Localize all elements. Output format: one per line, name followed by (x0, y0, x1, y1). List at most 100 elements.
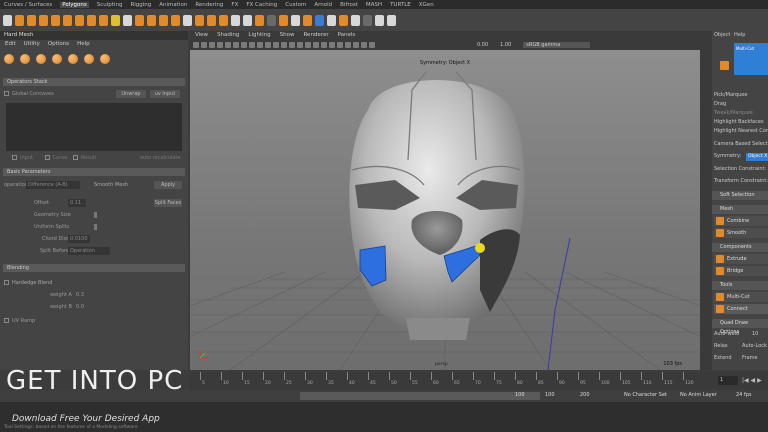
split-icon[interactable] (68, 54, 78, 64)
lock-icon[interactable] (201, 42, 207, 48)
menu-edit[interactable]: Edit (5, 40, 16, 49)
frame-check[interactable]: Frame (742, 355, 758, 361)
menu-options[interactable]: Options (48, 40, 69, 49)
field-chart-icon[interactable] (257, 42, 263, 48)
menu-utility[interactable]: Utility (24, 40, 40, 49)
anim-layer-dropdown[interactable]: No Anim Layer (680, 392, 717, 398)
lights-icon[interactable] (305, 42, 311, 48)
drag-option[interactable]: Drag (714, 100, 768, 109)
cube-icon[interactable] (27, 14, 36, 26)
tab-fx[interactable]: FX (231, 2, 238, 8)
connect-button[interactable]: Connect (714, 304, 768, 314)
ao-icon[interactable] (321, 42, 327, 48)
cylinder-icon[interactable] (39, 14, 48, 26)
current-frame-field[interactable]: 1 (718, 376, 738, 385)
svg-icon[interactable] (123, 14, 132, 26)
layout-icon[interactable] (351, 14, 360, 26)
tab-curves[interactable]: Curves / Surfaces (4, 2, 52, 8)
textured-icon[interactable] (297, 42, 303, 48)
tab-mash[interactable]: MASH (366, 2, 382, 8)
quad-draw-header[interactable]: Quad Draw Options (712, 319, 768, 335)
gate-mask-icon[interactable] (249, 42, 255, 48)
tab-xgen[interactable]: XGen (419, 2, 434, 8)
apply-button[interactable]: Apply (154, 181, 182, 189)
extrude-icon[interactable] (195, 14, 204, 26)
xray-icon[interactable] (353, 42, 359, 48)
weight-a-field[interactable]: 0.3 (76, 291, 84, 299)
input-checkbox[interactable] (12, 155, 17, 160)
aa-icon[interactable] (329, 42, 335, 48)
character-set-dropdown[interactable]: No Character Set (624, 392, 667, 398)
film-gate-icon[interactable] (233, 42, 239, 48)
resolution-gate-icon[interactable] (241, 42, 247, 48)
range-end-field[interactable]: 100 (515, 392, 525, 398)
card-icon[interactable] (387, 14, 396, 26)
playback-controls[interactable]: |◀ ◀ ▶ (742, 377, 762, 384)
uv-editor-icon[interactable] (315, 14, 324, 26)
extrude-button[interactable]: Extrude (714, 254, 768, 264)
torus-icon[interactable] (63, 14, 72, 26)
fill-hole-icon[interactable] (303, 14, 312, 26)
text-icon[interactable] (111, 14, 120, 26)
3d-viewport[interactable]: Symmetry: Object X persp 103 fps (190, 50, 700, 370)
max-end-field[interactable]: 200 (580, 392, 590, 398)
combine-button[interactable]: Combine (714, 216, 768, 226)
hard-blend-checkbox[interactable] (4, 280, 9, 285)
vp-menu-lighting[interactable]: Lighting (248, 31, 270, 40)
tab-help[interactable]: Help (734, 31, 745, 40)
panel-side-tabs[interactable] (700, 31, 712, 370)
grid-toggle-icon[interactable] (225, 42, 231, 48)
highlight-backfaces-check[interactable]: Highlight Backfaces (714, 118, 768, 127)
boolean-icon[interactable] (171, 14, 180, 26)
wireframe-icon[interactable] (273, 42, 279, 48)
operators-stack-header[interactable]: Operators Stack (3, 78, 185, 86)
split-faces-button[interactable]: Split Faces (154, 199, 182, 207)
auto-map-icon[interactable] (339, 14, 348, 26)
auto-weld-field[interactable]: 10 (752, 331, 758, 337)
tab-sculpting[interactable]: Sculpting (97, 2, 123, 8)
combine-icon[interactable] (135, 14, 144, 26)
smooth-button[interactable]: Smooth (714, 228, 768, 238)
isolate-icon[interactable] (345, 42, 351, 48)
components-header[interactable]: Components (712, 243, 768, 252)
grid-icon[interactable] (363, 14, 372, 26)
tool-icon[interactable] (3, 14, 12, 26)
backface-icon[interactable] (369, 42, 375, 48)
cone-icon[interactable] (51, 14, 60, 26)
mirror-icon[interactable] (183, 14, 192, 26)
operators-list[interactable] (6, 103, 182, 151)
geometry-slider[interactable] (94, 212, 97, 218)
tab-turtle[interactable]: TURTLE (390, 2, 411, 8)
planar-map-icon[interactable] (327, 14, 336, 26)
separate-icon[interactable] (147, 14, 156, 26)
operation-dropdown[interactable]: Difference (A-B) (26, 181, 80, 189)
uv-input-button[interactable]: uv input (150, 90, 180, 98)
basic-parameters-header[interactable]: Basic Parameters (3, 168, 185, 176)
solidify-icon[interactable] (84, 54, 94, 64)
platonic-icon[interactable] (99, 14, 108, 26)
selection-constraint[interactable]: Selection Constraint: (714, 165, 768, 174)
vp-menu-shading[interactable]: Shading (217, 31, 239, 40)
auto-weld-check[interactable]: Auto-weld (714, 330, 768, 339)
unwrap-button[interactable]: Unwrap (116, 90, 146, 98)
global-concaves-checkbox[interactable] (4, 91, 9, 96)
insert-loop-icon[interactable] (231, 14, 240, 26)
transform-constraint[interactable]: Transform Constraint: (714, 177, 768, 186)
multi-cut-tool-tile[interactable]: Multi-Cut (734, 43, 768, 75)
range-slider[interactable] (300, 392, 540, 400)
tab-rigging[interactable]: Rigging (130, 2, 151, 8)
tools-header[interactable]: Tools (712, 281, 768, 290)
xray-joints-icon[interactable] (361, 42, 367, 48)
multi-cut-button[interactable]: Multi-Cut (714, 292, 768, 302)
bevel-icon[interactable] (219, 14, 228, 26)
plane-icon[interactable] (75, 14, 84, 26)
curve-checkbox[interactable] (44, 155, 50, 160)
tweak-marquee-option[interactable]: Tweak/Marquee (714, 109, 768, 118)
chord-field[interactable]: 0.0100 (68, 235, 90, 243)
auto-lock-check[interactable]: Auto-Lock (742, 343, 767, 349)
wire-on-shaded-icon[interactable] (289, 42, 295, 48)
tab-polygons[interactable]: Polygons (60, 1, 89, 8)
menu-help[interactable]: Help (77, 40, 90, 49)
camera-based-selection[interactable]: Camera Based Selection (714, 140, 768, 149)
bridge-icon[interactable] (207, 14, 216, 26)
